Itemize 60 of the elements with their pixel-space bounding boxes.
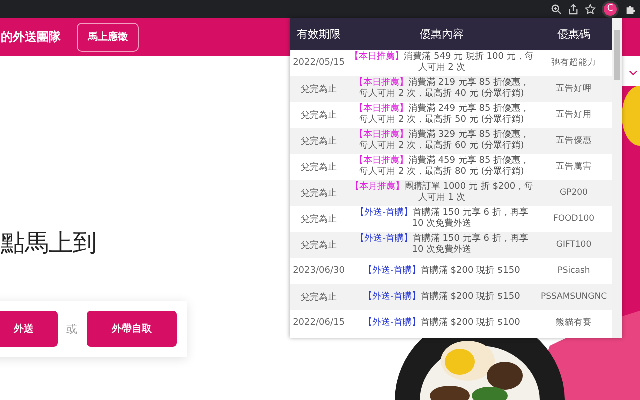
expiry-cell-text: 2023/06/30 bbox=[292, 266, 346, 276]
column-header: 優惠內容 bbox=[419, 26, 465, 42]
offer-tag: 【本日推薦】 bbox=[350, 52, 404, 62]
offer-cell-text: 【外送-首購】首購滿 $200 現折 $150 bbox=[362, 292, 522, 302]
or-label: 或 bbox=[66, 322, 78, 336]
coupon-code: FOOD100 bbox=[552, 214, 596, 224]
expiry-cell-text: 兌完為止 bbox=[300, 292, 338, 304]
coupon-code: 五告優惠 bbox=[555, 135, 593, 147]
offer-cell-text: 【外送-首購】首購滿 150 元享 6 折，再享 10 次免費外送 bbox=[354, 208, 530, 230]
offer-tag: 【外送-首購】 bbox=[364, 292, 421, 302]
offer-cell-text: 【外送-首購】首購滿 $200 現折 $100 bbox=[362, 318, 522, 328]
expiry-cell-text: 兌完為止 bbox=[300, 110, 338, 122]
scrollbar[interactable] bbox=[612, 18, 622, 338]
column-header: 有效期限 bbox=[296, 26, 342, 42]
offer-cell-text: 【外送-首購】首購滿 $200 現折 $150 bbox=[362, 266, 522, 276]
offer-cell-text: 【本日推薦】消費滿 249 元享 85 折優惠，每人可用 2 次，最高折 50 元 (分眾行銷) bbox=[353, 104, 531, 126]
apply-button[interactable]: 馬上應徵 bbox=[77, 22, 139, 52]
offer-tag: 【外送-首購】 bbox=[356, 208, 413, 218]
column-header: 優惠碼 bbox=[556, 26, 592, 42]
offer-tag: 【本日推薦】 bbox=[354, 130, 408, 140]
expiry-cell-text: 2022/06/15 bbox=[292, 318, 346, 328]
offer-tag: 【本日推薦】 bbox=[354, 156, 408, 166]
coupon-code: 弛有超能力 bbox=[550, 57, 598, 69]
expiry-cell-text: 兌完為止 bbox=[300, 162, 338, 174]
share-icon[interactable] bbox=[568, 4, 579, 14]
coupon-code: 五告好用 bbox=[555, 109, 593, 121]
offer-tag: 【本日推薦】 bbox=[354, 78, 408, 88]
extension-button[interactable]: C bbox=[602, 0, 619, 18]
coupon-code: PSSAMSUNGNC bbox=[540, 292, 608, 302]
zoom-icon[interactable] bbox=[551, 4, 562, 14]
offer-tag: 【外送-首購】 bbox=[364, 266, 421, 276]
expiry-cell-text: 兌完為止 bbox=[300, 214, 338, 226]
offer-tag: 【外送-首購】 bbox=[364, 318, 421, 328]
offer-cell-text: 【本月推薦】團購訂單 1000 元 折 $200，每人可用 1 次 bbox=[349, 182, 535, 204]
offer-tag: 【外送-首購】 bbox=[356, 234, 413, 244]
coupon-code: GIFT100 bbox=[555, 240, 593, 250]
offer-cell-text: 【本日推薦】消費滿 549 元 現折 100 元，每人可用 2 次 bbox=[349, 52, 535, 74]
offer-cell-text: 【外送-首購】首購滿 150 元享 6 折，再享 10 次免費外送 bbox=[354, 234, 530, 256]
offer-tag: 【本日推薦】 bbox=[354, 104, 408, 114]
pickup-button[interactable]: 外帶自取 bbox=[86, 311, 177, 347]
offer-cell-text: 【本日推薦】消費滿 329 元享 85 折優惠，每人可用 2 次，最高折 60 元 (分眾行銷) bbox=[353, 130, 531, 152]
offer-cell-text: 【本日推薦】消費滿 219 元享 85 折優惠，每人可用 2 次，最高折 40 元 (分眾行銷) bbox=[353, 78, 531, 100]
expiry-cell-text: 兌完為止 bbox=[300, 240, 338, 252]
chevron-down-icon[interactable] bbox=[629, 70, 638, 76]
puzzle-icon[interactable] bbox=[625, 4, 636, 14]
star-icon[interactable] bbox=[585, 4, 596, 14]
coupon-code: 五告厲害 bbox=[555, 161, 593, 173]
offer-tag: 【本月推薦】 bbox=[350, 182, 404, 192]
coupon-code: PSicash bbox=[556, 266, 592, 276]
expiry-cell-text: 兌完為止 bbox=[300, 188, 338, 200]
expiry-cell-text: 2022/05/15 bbox=[292, 58, 346, 68]
expiry-cell-text: 兌完為止 bbox=[300, 136, 338, 148]
offer-cell-text: 【本日推薦】消費滿 459 元享 85 折優惠，每人可用 2 次，最高折 80 元 (分眾行銷) bbox=[353, 156, 531, 178]
headline: 點馬上到 bbox=[1, 228, 98, 259]
expiry-cell-text: 兌完為止 bbox=[300, 84, 338, 96]
coupon-code: 熊貓有賽 bbox=[555, 317, 593, 329]
coupon-code: GP200 bbox=[559, 188, 589, 198]
coupon-code: 五告好呷 bbox=[555, 83, 593, 95]
delivery-button[interactable]: 外送 bbox=[0, 311, 58, 347]
header-title: 的外送團隊 bbox=[1, 28, 61, 46]
